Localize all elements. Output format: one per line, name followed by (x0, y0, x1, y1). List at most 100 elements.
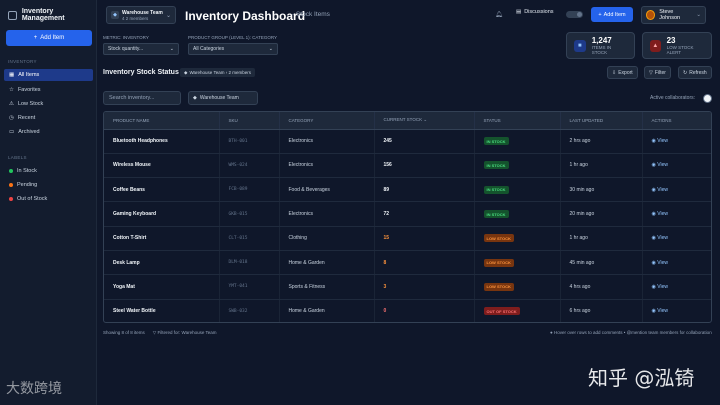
status-cell: LOW STOCK (474, 226, 561, 251)
clock-icon: ◷ (9, 115, 14, 121)
chevron-down-icon: ⌄ (165, 12, 171, 19)
discussions-button[interactable]: ▤ Discussions (516, 9, 554, 15)
table-row[interactable]: Desk Lamp DLM-018 Home & Garden 8 LOW STOCK 4… (104, 250, 711, 276)
actions-cell: ◉ View (642, 226, 711, 251)
group-filter-label: PRODUCT GROUP (LEVEL 1): CATEGORY (188, 35, 278, 40)
sidebar-item-recent[interactable]: ◷ Recent (4, 112, 93, 124)
table-row[interactable]: Cotton T-Shirt CLT-015 Clothing 15 LOW STOCK… (104, 226, 711, 251)
app-brand: Inventory Management (8, 8, 96, 22)
eye-icon: ◉ (651, 211, 656, 218)
table-row[interactable]: Steel Water Bottle SWB-032 Home & Garden 0 O… (104, 299, 711, 322)
product-category: Electronics (279, 201, 375, 227)
sort-down-icon: ⌄ (423, 117, 428, 123)
view-button[interactable]: ◉ View (652, 187, 669, 193)
actions-cell: ◉ View (642, 153, 711, 179)
last-updated: 45 min ago (560, 250, 643, 276)
team-switcher[interactable]: ◆ Warehouse Team 4 2 members ⌄ (106, 6, 176, 24)
table-row[interactable]: Yoga Mat YMT-041 Sports & Fitness 3 LOW STOC… (104, 274, 711, 300)
discussions-toggle[interactable] (566, 11, 583, 18)
inventory-section-label: INVENTORY (8, 59, 37, 64)
stat-low-stock: ▲ 23 LOW STOCK ALERT (642, 32, 712, 59)
labels-section-label: LABELS (8, 155, 27, 160)
filter-icon: ▽ (649, 69, 653, 76)
user-name: Steve Johnson (659, 9, 681, 21)
column-header[interactable]: LAST UPDATED (560, 112, 643, 130)
eye-icon: ◉ (651, 308, 656, 315)
user-menu[interactable]: Steve Johnson ⌄ (641, 6, 706, 24)
view-button[interactable]: ◉ View (652, 162, 669, 168)
team-icon: ◆ (193, 95, 197, 101)
eye-icon: ◉ (651, 138, 656, 145)
view-button[interactable]: ◉ View (652, 308, 669, 314)
product-sku: WMS-024 (219, 153, 280, 179)
app-name: Inventory Management (21, 8, 65, 22)
product-name: Wireless Mouse (104, 153, 220, 179)
product-stock: 8 (374, 250, 475, 276)
product-sku: FCB-089 (219, 177, 280, 203)
category-select[interactable]: All Categories ⌄ (188, 43, 278, 55)
sidebar-item-all-items[interactable]: ▦ All Items (4, 69, 93, 81)
product-stock: 3 (374, 274, 475, 300)
column-header[interactable]: CURRENT STOCK ⌄ (374, 112, 475, 130)
collaboration-hint: ● Hover over rows to add comments • @men… (550, 330, 712, 335)
product-category: Clothing (279, 226, 375, 251)
view-button[interactable]: ◉ View (652, 284, 669, 290)
label-out-of-stock[interactable]: Out of Stock (4, 193, 93, 205)
column-header[interactable]: ACTIONS (642, 112, 711, 130)
bell-icon[interactable]: 🔔︎ (495, 11, 503, 18)
status-cell: OUT OF STOCK (474, 299, 561, 322)
product-name: Bluetooth Headphones (104, 129, 220, 154)
team-name: Warehouse Team (122, 9, 163, 16)
sidebar-item-favorites[interactable]: ☆ Favorites (4, 84, 93, 96)
archive-icon: ▭ (9, 129, 15, 135)
showing-count: Showing 8 of 8 items (103, 330, 145, 335)
view-button[interactable]: ◉ View (652, 211, 669, 217)
plus-icon: + (33, 35, 38, 41)
product-name: Cotton T-Shirt (104, 226, 220, 251)
eye-icon: ◉ (651, 186, 656, 193)
plus-icon: + (598, 11, 602, 18)
refresh-button[interactable]: ↻ Refresh (678, 66, 712, 79)
sidebar-add-item-button[interactable]: + Add Item (6, 30, 92, 46)
warehouse-filter-chip[interactable]: ◆ Warehouse Team (188, 91, 258, 105)
view-button[interactable]: ◉ View (652, 235, 669, 241)
column-header[interactable]: PRODUCT NAME (104, 112, 220, 130)
view-button[interactable]: ◉ View (652, 138, 669, 144)
view-button[interactable]: ◉ View (652, 260, 669, 266)
last-updated: 6 hrs ago (560, 299, 643, 322)
product-name: Yoga Mat (104, 274, 220, 300)
last-updated: 1 hr ago (560, 153, 643, 179)
collaborators-label: Active collaborators: (650, 95, 696, 101)
actions-cell: ◉ View (642, 274, 711, 300)
label-in-stock[interactable]: In Stock (4, 165, 93, 177)
table-row[interactable]: Bluetooth Headphones BTH-001 Electronics 24… (104, 129, 711, 154)
page-subtitle: - Stock Items (292, 11, 330, 18)
sidebar-item-archived[interactable]: ▭ Archived (4, 126, 93, 138)
product-category: Home & Garden (279, 250, 375, 276)
status-cell: LOW STOCK (474, 250, 561, 276)
column-header[interactable]: CATEGORY (279, 112, 375, 130)
status-cell: LOW STOCK (474, 274, 561, 300)
sidebar-item-low-stock[interactable]: ⚠ Low Stock (4, 98, 93, 110)
app-logo-icon (8, 10, 17, 20)
header-add-item-button[interactable]: + Add Item (591, 7, 633, 22)
metric-select[interactable]: Stock quantity... ⌄ (103, 43, 179, 55)
label-pending[interactable]: Pending (4, 179, 93, 191)
eye-icon: ◉ (651, 235, 656, 242)
search-input[interactable] (103, 91, 181, 105)
table-row[interactable]: Wireless Mouse WMS-024 Electronics 156 IN ST… (104, 153, 711, 179)
table-row[interactable]: Coffee Beans FCB-089 Food & Beverages 89 IN … (104, 177, 711, 203)
column-header[interactable]: SKU (219, 112, 280, 130)
column-header[interactable]: STATUS (474, 112, 561, 130)
product-sku: DLM-018 (219, 250, 280, 276)
watermark-left: 大数跨境 (6, 381, 62, 397)
product-name: Steel Water Bottle (104, 299, 220, 322)
table-row[interactable]: Gaming Keyboard GKB-015 Electronics 72 IN ST… (104, 201, 711, 227)
export-button[interactable]: ⇩ Export (607, 66, 638, 79)
filter-button[interactable]: ▽ Filter (644, 66, 671, 79)
status-cell: IN STOCK (474, 129, 561, 154)
status-badge: LOW STOCK (483, 282, 514, 291)
avatar[interactable] (703, 94, 712, 103)
inventory-table: PRODUCT NAME SKU CATEGORY CURRENT STOCK … (103, 111, 712, 323)
status-badge: OUT OF STOCK (483, 307, 520, 316)
